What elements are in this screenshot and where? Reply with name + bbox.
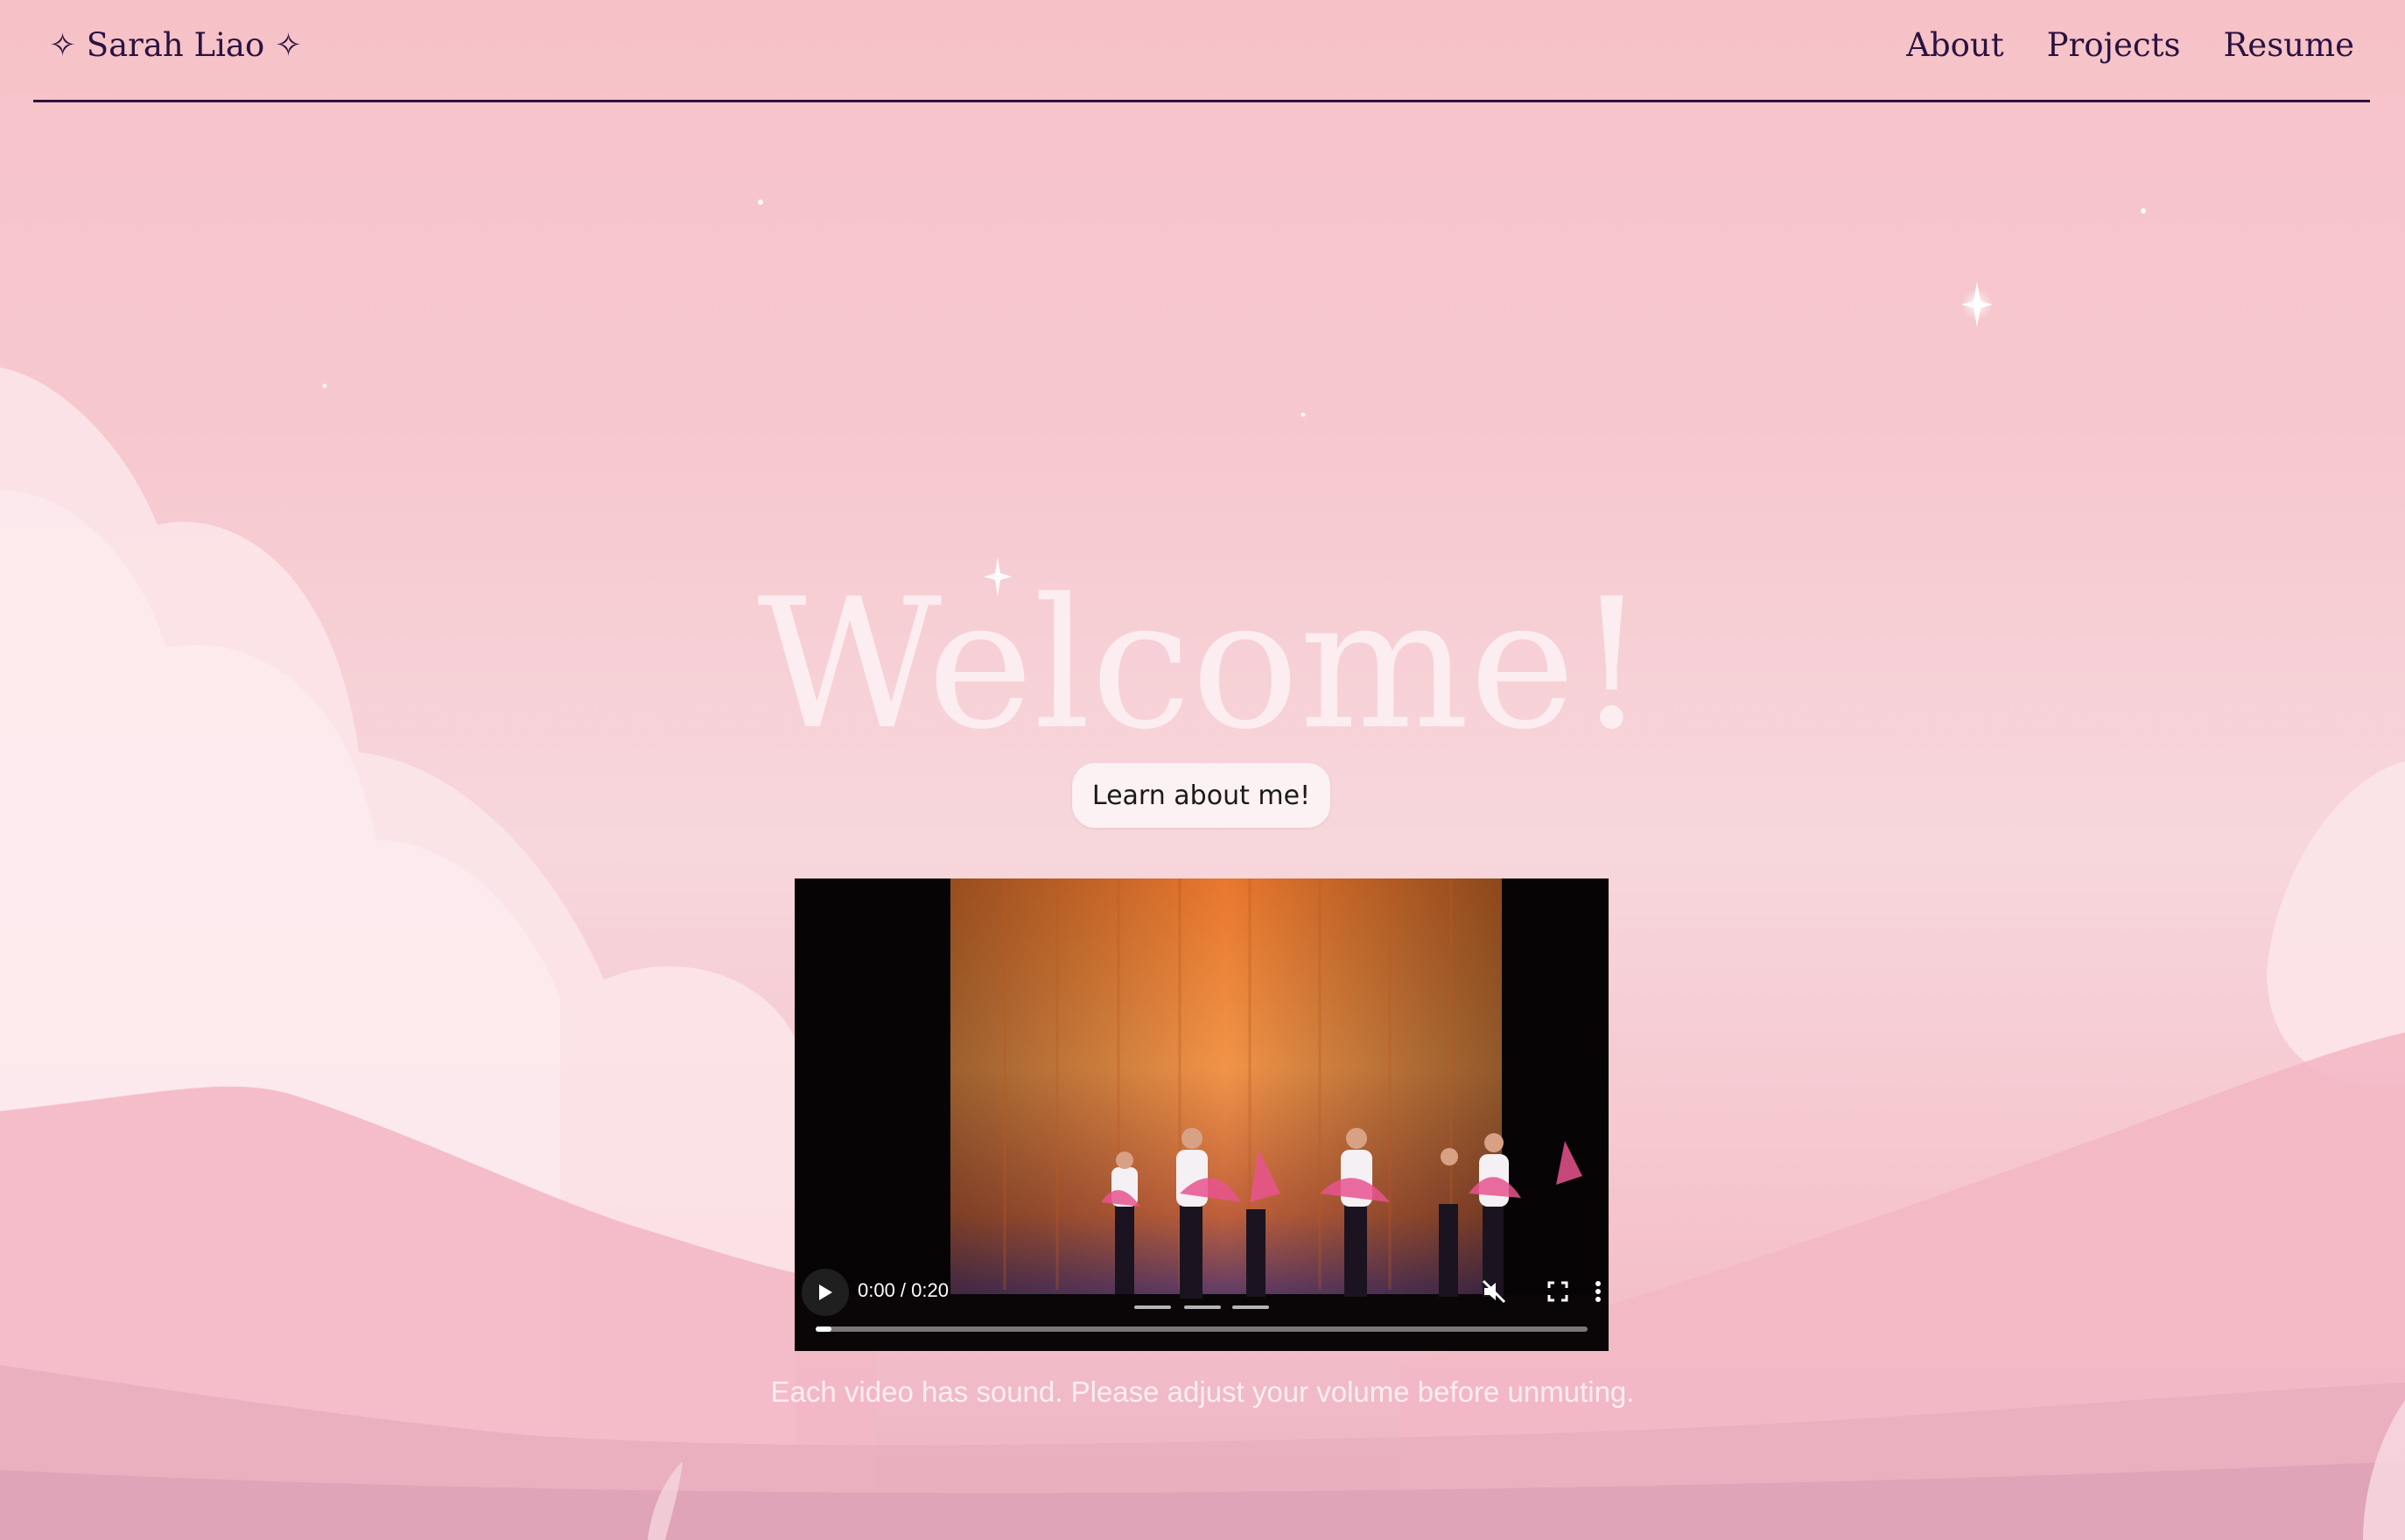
video-controls: 0:00 / 0:20 <box>795 1255 1609 1351</box>
play-icon[interactable] <box>802 1269 849 1316</box>
mute-icon[interactable] <box>1476 1274 1511 1309</box>
video-progress-fill <box>816 1326 831 1332</box>
hero-title: Welcome! <box>757 561 1648 769</box>
video-player[interactable]: 0:00 / 0:20 <box>795 878 1609 1351</box>
video-time: 0:00 / 0:20 <box>858 1279 949 1301</box>
learn-about-me-button[interactable]: Learn about me! <box>1072 763 1330 828</box>
site-brand[interactable]: ✧ Sarah Liao ✧ <box>49 26 302 64</box>
volume-note: Each video has sound. Please adjust your… <box>770 1376 1635 1408</box>
fullscreen-icon[interactable] <box>1540 1274 1575 1309</box>
nav-link-about[interactable]: About <box>1906 26 2003 64</box>
more-options-icon[interactable] <box>1588 1274 1609 1309</box>
top-navbar: ✧ Sarah Liao ✧ About Projects Resume <box>33 0 2370 102</box>
nav-link-projects[interactable]: Projects <box>2047 26 2181 64</box>
nav-link-resume[interactable]: Resume <box>2223 26 2354 64</box>
nav-links: About Projects Resume <box>1906 26 2354 64</box>
video-progress-bar[interactable] <box>816 1326 1588 1332</box>
